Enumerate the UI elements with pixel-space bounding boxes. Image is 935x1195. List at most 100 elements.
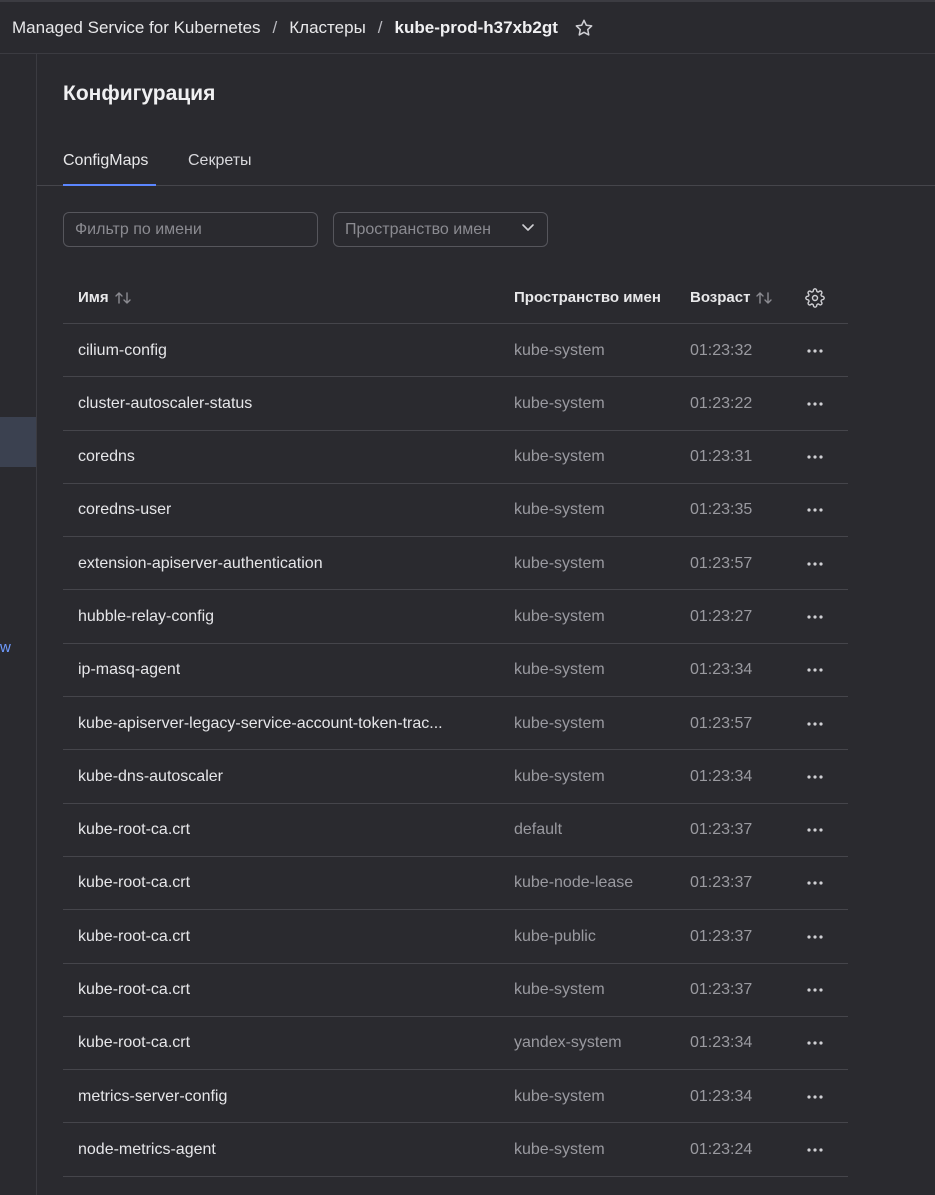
column-header-namespace: Пространство имен bbox=[514, 271, 661, 324]
table-row[interactable]: kube-root-ca.crt default 01:23:37 bbox=[63, 804, 848, 857]
table-row[interactable]: coredns kube-system 01:23:31 bbox=[63, 431, 848, 484]
ellipsis-icon[interactable] bbox=[805, 590, 825, 643]
configmap-namespace: kube-system bbox=[514, 448, 605, 466]
star-icon[interactable] bbox=[574, 18, 594, 38]
table-row[interactable]: ip-masq-agent kube-system 01:23:34 bbox=[63, 644, 848, 698]
table-header: Имя Пространство имен Возраст bbox=[63, 271, 848, 324]
configmap-namespace: kube-public bbox=[514, 927, 596, 945]
ellipsis-icon[interactable] bbox=[805, 537, 825, 590]
configmap-name[interactable]: coredns bbox=[78, 431, 468, 484]
ellipsis-icon[interactable] bbox=[805, 431, 825, 484]
ellipsis-icon[interactable] bbox=[805, 804, 825, 857]
configmap-name[interactable]: kube-root-ca.crt bbox=[78, 964, 468, 1017]
table-row[interactable]: kube-root-ca.crt kube-node-lease 01:23:37 bbox=[63, 857, 848, 911]
ellipsis-icon[interactable] bbox=[805, 964, 825, 1017]
configmap-age: 01:23:37 bbox=[690, 821, 753, 839]
configmap-name-text: extension-apiserver-authentication bbox=[78, 554, 323, 572]
ellipsis-icon[interactable] bbox=[805, 1017, 825, 1070]
configmap-name[interactable]: hubble-relay-config bbox=[78, 590, 468, 643]
ellipsis-icon[interactable] bbox=[805, 857, 825, 910]
ellipsis-icon[interactable] bbox=[805, 697, 825, 750]
table-row[interactable]: kube-apiserver-legacy-service-account-to… bbox=[63, 697, 848, 751]
configmap-name[interactable]: cluster-autoscaler-status bbox=[78, 377, 468, 430]
column-header-age[interactable]: Возраст bbox=[690, 271, 773, 324]
table-body: cilium-config kube-system 01:23:32 cluster-… bbox=[63, 324, 848, 1177]
table-row[interactable]: cluster-autoscaler-status kube-system 01:2… bbox=[63, 377, 848, 431]
configmap-namespace: kube-system bbox=[514, 1140, 605, 1158]
ellipsis-icon[interactable] bbox=[805, 377, 825, 430]
name-filter-input[interactable] bbox=[63, 212, 318, 247]
configmap-name[interactable]: kube-root-ca.crt bbox=[78, 804, 468, 857]
table-row[interactable]: metrics-server-config kube-system 01:23:34 bbox=[63, 1070, 848, 1124]
tab-configmaps[interactable]: ConfigMaps bbox=[63, 140, 156, 186]
sidebar-link-fragment[interactable]: w bbox=[0, 639, 11, 656]
table-row[interactable]: kube-root-ca.crt kube-system 01:23:37 bbox=[63, 964, 848, 1017]
configmap-name[interactable]: kube-root-ca.crt bbox=[78, 857, 468, 910]
configmap-name-text: ip-masq-agent bbox=[78, 661, 181, 679]
page-title: Конфигурация bbox=[63, 82, 216, 105]
configmap-age: 01:23:57 bbox=[690, 554, 753, 572]
configmap-name-text: kube-root-ca.crt bbox=[78, 821, 191, 839]
tab-secrets[interactable]: Секреты bbox=[188, 140, 252, 186]
configmap-name[interactable]: extension-apiserver-authentication bbox=[78, 537, 468, 590]
configmap-name[interactable]: kube-dns-autoscaler bbox=[78, 750, 468, 803]
table-row[interactable]: kube-dns-autoscaler kube-system 01:23:34 bbox=[63, 750, 848, 804]
breadcrumb-service-link[interactable]: Managed Service for Kubernetes bbox=[12, 18, 261, 38]
breadcrumb-clusters-link[interactable]: Кластеры bbox=[289, 18, 366, 38]
configmaps-table: Имя Пространство имен Возраст cilium-con… bbox=[63, 271, 848, 1177]
ellipsis-icon[interactable] bbox=[805, 324, 825, 377]
sidebar: w bbox=[0, 54, 37, 1195]
table-row[interactable]: node-metrics-agent kube-system 01:23:24 bbox=[63, 1123, 848, 1177]
ellipsis-icon[interactable] bbox=[805, 644, 825, 697]
configmap-namespace: kube-system bbox=[514, 607, 605, 625]
configmap-name[interactable]: ip-masq-agent bbox=[78, 644, 468, 697]
configmap-name[interactable]: cilium-config bbox=[78, 324, 468, 377]
sidebar-active-item[interactable] bbox=[0, 417, 36, 467]
ellipsis-icon[interactable] bbox=[805, 750, 825, 803]
sort-arrows-icon bbox=[755, 290, 773, 306]
configmap-namespace: default bbox=[514, 821, 563, 839]
configmap-age: 01:23:57 bbox=[690, 714, 753, 732]
column-header-name[interactable]: Имя bbox=[78, 271, 132, 324]
configmap-age: 01:23:37 bbox=[690, 874, 753, 892]
configmap-name[interactable]: kube-apiserver-legacy-service-account-to… bbox=[78, 697, 468, 750]
column-header-name-label: Имя bbox=[78, 289, 109, 306]
configmap-namespace: kube-system bbox=[514, 394, 605, 412]
configmap-name-text: coredns-user bbox=[78, 501, 172, 519]
ellipsis-icon[interactable] bbox=[805, 1123, 825, 1176]
chevron-down-icon bbox=[520, 219, 536, 240]
configmap-name-text: node-metrics-agent bbox=[78, 1140, 216, 1158]
configmap-age: 01:23:24 bbox=[690, 1140, 753, 1158]
configmap-name-text: coredns bbox=[78, 448, 135, 466]
configmap-name-text: cluster-autoscaler-status bbox=[78, 394, 253, 412]
ellipsis-icon[interactable] bbox=[805, 484, 825, 537]
ellipsis-icon[interactable] bbox=[805, 910, 825, 963]
configmap-age: 01:23:34 bbox=[690, 1087, 753, 1105]
configmap-age: 01:23:27 bbox=[690, 607, 753, 625]
breadcrumb-separator: / bbox=[377, 17, 383, 37]
configmap-name-text: kube-root-ca.crt bbox=[78, 874, 191, 892]
main-content: Конфигурация ConfigMaps Секреты Простран… bbox=[37, 54, 935, 1195]
table-row[interactable]: kube-root-ca.crt yandex-system 01:23:34 bbox=[63, 1017, 848, 1071]
namespace-select[interactable]: Пространство имен bbox=[333, 212, 548, 247]
configmap-namespace: kube-system bbox=[514, 767, 605, 785]
gear-icon[interactable] bbox=[805, 271, 825, 324]
configmap-age: 01:23:37 bbox=[690, 981, 753, 999]
configmap-name[interactable]: kube-root-ca.crt bbox=[78, 910, 468, 963]
configmap-namespace: kube-system bbox=[514, 554, 605, 572]
configmap-name[interactable]: node-metrics-agent bbox=[78, 1123, 468, 1176]
configmap-namespace: kube-system bbox=[514, 981, 605, 999]
configmap-namespace: kube-system bbox=[514, 1087, 605, 1105]
table-row[interactable]: coredns-user kube-system 01:23:35 bbox=[63, 484, 848, 538]
table-row[interactable]: hubble-relay-config kube-system 01:23:27 bbox=[63, 590, 848, 644]
configmap-namespace: kube-system bbox=[514, 501, 605, 519]
configmap-name[interactable]: kube-root-ca.crt bbox=[78, 1017, 468, 1070]
configmap-age: 01:23:22 bbox=[690, 394, 753, 412]
ellipsis-icon[interactable] bbox=[805, 1070, 825, 1123]
configmap-name[interactable]: coredns-user bbox=[78, 484, 468, 537]
table-row[interactable]: kube-root-ca.crt kube-public 01:23:37 bbox=[63, 910, 848, 964]
configmap-age: 01:23:34 bbox=[690, 1034, 753, 1052]
table-row[interactable]: cilium-config kube-system 01:23:32 bbox=[63, 324, 848, 378]
table-row[interactable]: extension-apiserver-authentication kube-s… bbox=[63, 537, 848, 591]
configmap-name[interactable]: metrics-server-config bbox=[78, 1070, 468, 1123]
